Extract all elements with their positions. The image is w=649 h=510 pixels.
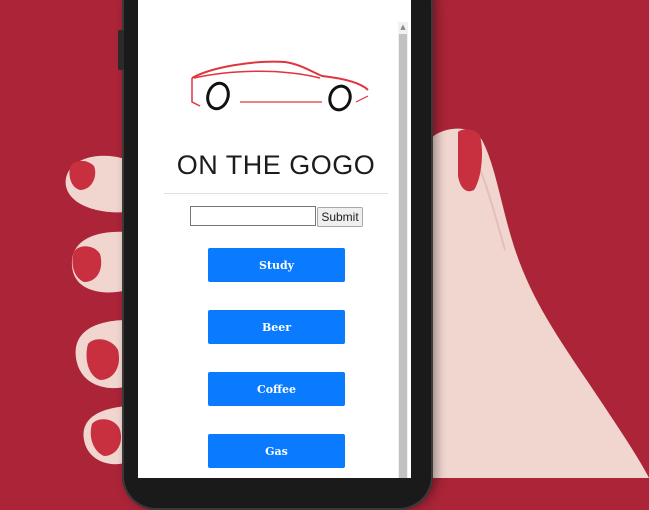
beer-button[interactable]: Beer (208, 310, 345, 344)
study-button[interactable]: Study (208, 248, 345, 282)
scrollbar-thumb[interactable] (399, 34, 407, 478)
phone-side-button (118, 30, 124, 70)
search-input[interactable] (190, 206, 316, 226)
scroll-up-arrow-icon[interactable]: ▲ (398, 22, 408, 32)
scrollbar[interactable]: ▲ (398, 22, 408, 478)
gas-button[interactable]: Gas (208, 434, 345, 468)
car-logo-icon (191, 60, 369, 112)
coffee-button[interactable]: Coffee (208, 372, 345, 406)
app-title: ON THE GOGO (176, 150, 376, 180)
title-divider (164, 193, 388, 194)
submit-button[interactable]: Submit (317, 207, 363, 227)
